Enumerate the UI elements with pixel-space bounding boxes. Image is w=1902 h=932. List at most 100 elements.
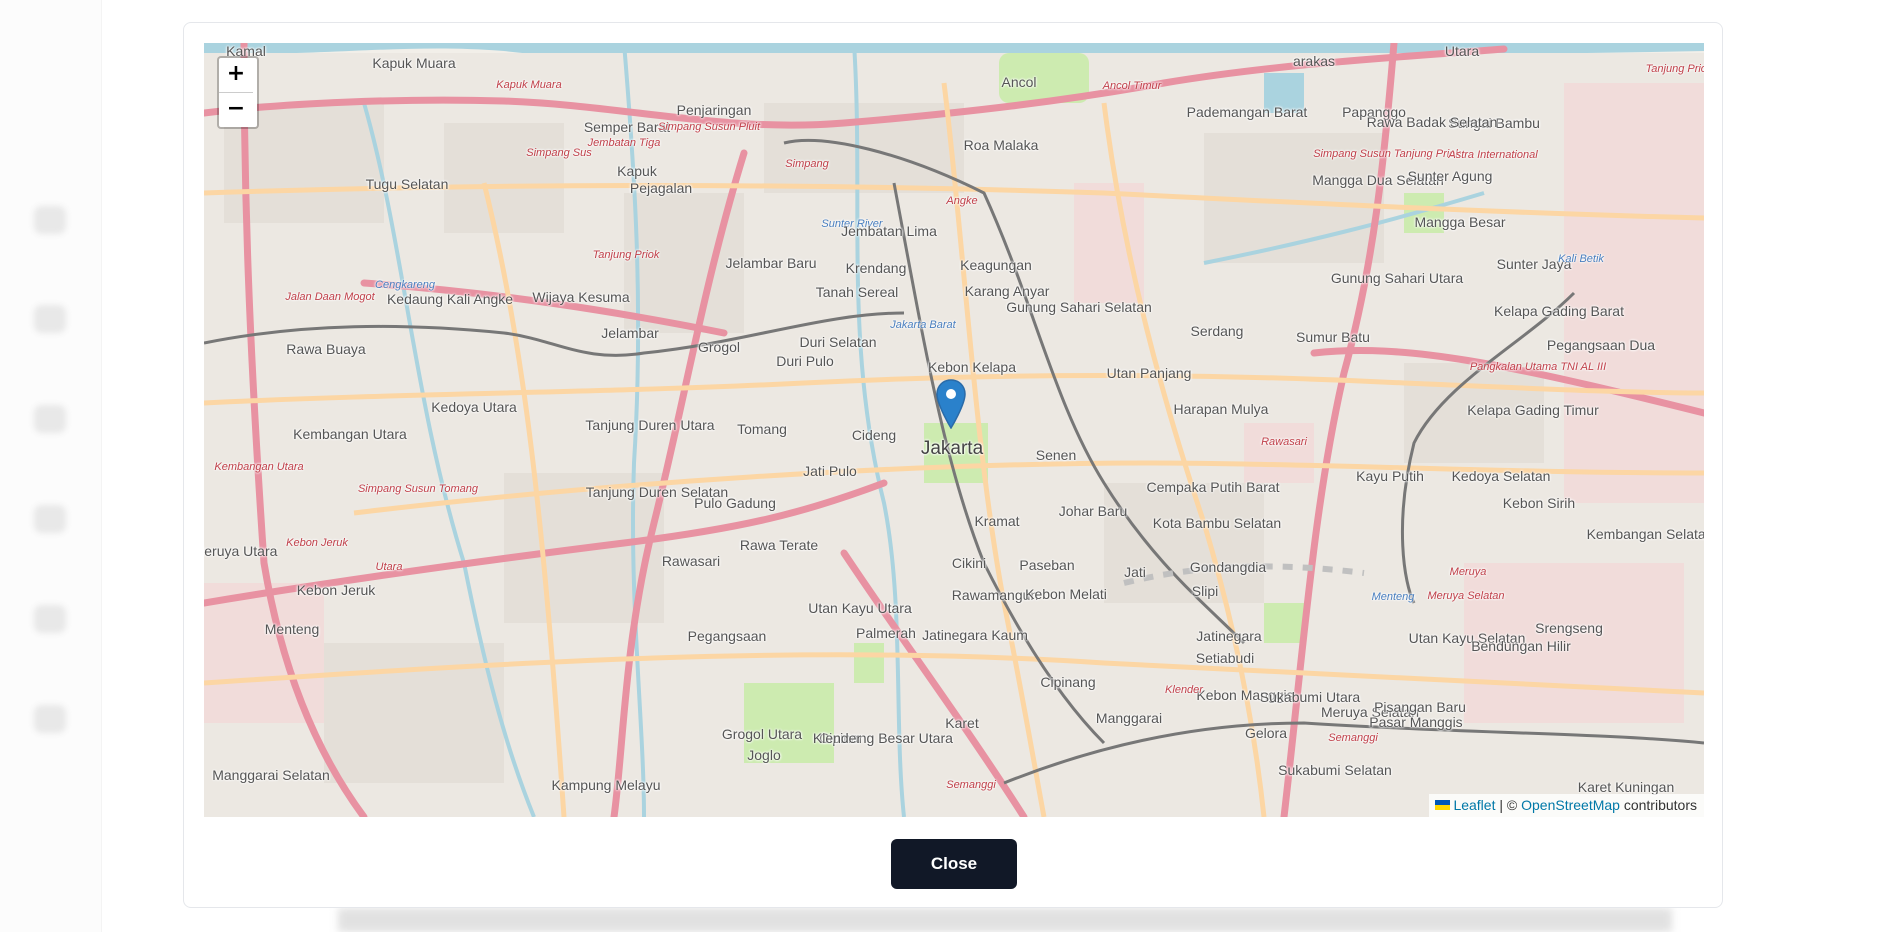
map-place-label: Pegangsaan Dua: [1546, 337, 1656, 353]
ukraine-flag-icon: [1435, 800, 1451, 810]
map-place-label: Pejagalan: [629, 180, 693, 196]
map-place-label: Jembatan Lima: [841, 223, 937, 239]
attribution-suffix: contributors: [1619, 797, 1697, 813]
map-place-label: Pulo Gadung: [694, 495, 776, 511]
map-place-label: Setiabudi: [1195, 650, 1255, 666]
map-place-label: Serdang: [1190, 323, 1244, 339]
map-place-label: Johar Baru: [1058, 503, 1128, 519]
map-place-label: Kapuk Muara: [372, 55, 456, 71]
map-place-label: Keagungan: [960, 257, 1032, 273]
map-place-label: Duri Selatan: [799, 334, 877, 350]
map-place-label: Cipinang: [1040, 674, 1096, 690]
map-place-label: Menteng: [1371, 591, 1415, 603]
map-place-label: Sunter Agung: [1407, 168, 1493, 184]
map-place-label: Sukabumi Selatan: [1278, 762, 1392, 778]
map-place-label: Kelapa Gading Timur: [1467, 402, 1599, 418]
map-attribution: Leaflet | © OpenStreetMap contributors: [1429, 794, 1704, 817]
zoom-in-button[interactable]: +: [219, 58, 253, 92]
map-place-label: Pangkalan Utama TNI AL III: [1469, 361, 1607, 373]
map-place-label: Meruya: [1449, 566, 1487, 578]
map-place-label: Simpang Susun Pluit: [657, 121, 761, 133]
map-place-label: Penjaringan: [676, 102, 752, 118]
map-place-label: Pegangsaan: [687, 628, 767, 644]
map-place-label: Menteng: [264, 621, 320, 637]
map-place-label: Manggarai Selatan: [212, 767, 330, 783]
map-place-label: Utara: [1444, 43, 1480, 59]
map-place-label: Kedaung Kali Angke: [386, 291, 514, 307]
map-place-label: Utan Panjang: [1106, 365, 1192, 381]
map-place-label: Semanggi: [1328, 732, 1378, 744]
map-place-label: Kembangan Utara: [293, 426, 407, 442]
map-place-label: Kota Bambu Selatan: [1152, 515, 1282, 531]
map-place-label: Jembatan Tiga: [587, 137, 661, 149]
map-place-label: Jati: [1124, 564, 1146, 580]
map-place-label: Klender: [812, 730, 862, 746]
map-place-label: Kali Betik: [1558, 253, 1604, 265]
map-place-label: Kebon Kelapa: [928, 359, 1016, 375]
close-button[interactable]: Close: [891, 839, 1017, 889]
map-place-label: Jakarta Barat: [890, 319, 956, 331]
map-modal: Kamal Kapuk Muara Kapuk Muara Penjaringan An…: [183, 22, 1723, 908]
openstreetmap-link[interactable]: OpenStreetMap: [1521, 797, 1620, 813]
map-place-label: Gelora: [1244, 725, 1288, 741]
map-place-label: Cideng: [851, 427, 897, 443]
map-place-label: Jatinegara Kaum: [922, 627, 1028, 643]
map-place-label: Kapuk Muara: [496, 79, 562, 91]
map-place-label: Kelapa Gading Barat: [1494, 303, 1624, 319]
map-place-label: Jakarta: [920, 438, 984, 459]
map-place-label: Kembangan Selatan: [1586, 526, 1704, 542]
map-place-label: Ancol Timur: [1102, 80, 1162, 92]
map-place-label: Pisangan Baru: [1374, 699, 1466, 715]
map-place-label: Jelambar: [601, 325, 659, 341]
map-container[interactable]: Kamal Kapuk Muara Kapuk Muara Penjaringan An…: [204, 43, 1704, 817]
map-place-label: Srengseng: [1535, 620, 1603, 636]
map-place-label: Pademangan Barat: [1186, 104, 1308, 120]
leaflet-link[interactable]: Leaflet: [1453, 797, 1495, 813]
zoom-out-button[interactable]: −: [219, 92, 253, 127]
map-place-label: Tomang: [737, 421, 787, 437]
map-place-label: Tanjung Duren Utara: [585, 417, 715, 433]
map-place-label: Kayu Putih: [1356, 468, 1424, 484]
map-place-label: Krendang: [845, 260, 907, 276]
map-place-label: Cempaka Putih Barat: [1146, 479, 1280, 495]
map-place-label: Pasar Manggis: [1369, 714, 1463, 730]
map-place-label: Simpang: [785, 158, 829, 170]
map-place-label: Rawasari: [661, 553, 721, 569]
map-place-label: Kembangan Utara: [214, 461, 304, 473]
map-place-label: Simpang Susun Tomang: [357, 483, 479, 495]
map-place-label: Kapuk: [617, 163, 657, 179]
map-place-label: Astra International: [1448, 149, 1538, 161]
map-place-label: Meruya Selatan: [1427, 590, 1505, 602]
map-place-label: Meruya Utara: [204, 543, 278, 559]
attribution-separator: | ©: [1495, 797, 1522, 813]
map-place-label: Manggarai: [1095, 710, 1163, 726]
map-place-label: Rawasari: [1261, 436, 1307, 448]
map-place-label: Sukabumi Utara: [1259, 689, 1361, 705]
map-place-label: Klender: [1165, 684, 1203, 696]
map-place-label: Cikini: [951, 555, 987, 571]
map-place-label: Slipi: [1191, 583, 1219, 599]
map-place-label: Karet: [945, 715, 979, 731]
map-place-label: Jatinegara: [1196, 628, 1262, 644]
map-place-label: arakas: [1292, 53, 1336, 69]
map-place-label: Kebon Melati: [1025, 586, 1107, 602]
map-pin-icon[interactable]: [936, 379, 966, 429]
map-place-label: Simpang Sus: [526, 147, 592, 159]
map-place-label: Kampung Melayu: [551, 777, 661, 793]
map-place-label: Utan Kayu Utara: [808, 600, 912, 616]
map-place-label: Simpang Susun Tanjung Priok: [1313, 148, 1461, 160]
map-place-label: Grogol: [697, 339, 741, 355]
map-place-label: Jelambar Baru: [725, 255, 817, 271]
map-place-label: Harapan Mulya: [1173, 401, 1269, 417]
map-place-label: Rawa Buaya: [286, 341, 366, 357]
map-place-label: Senen: [1035, 447, 1077, 463]
map-place-label: Kebon Sirih: [1502, 495, 1576, 511]
map-place-label: Tanjung Priok: [1645, 63, 1704, 75]
map-place-label: Gunung Sahari Selatan: [1006, 299, 1152, 315]
map-place-label: Ancol: [1001, 74, 1037, 90]
map-place-label: Angke: [946, 195, 978, 207]
map-place-label: Utara: [375, 561, 403, 573]
map-place-label: Grogol Utara: [721, 726, 803, 742]
map-place-label: Kramat: [974, 513, 1020, 529]
map-place-label: Gondangdia: [1189, 559, 1267, 575]
